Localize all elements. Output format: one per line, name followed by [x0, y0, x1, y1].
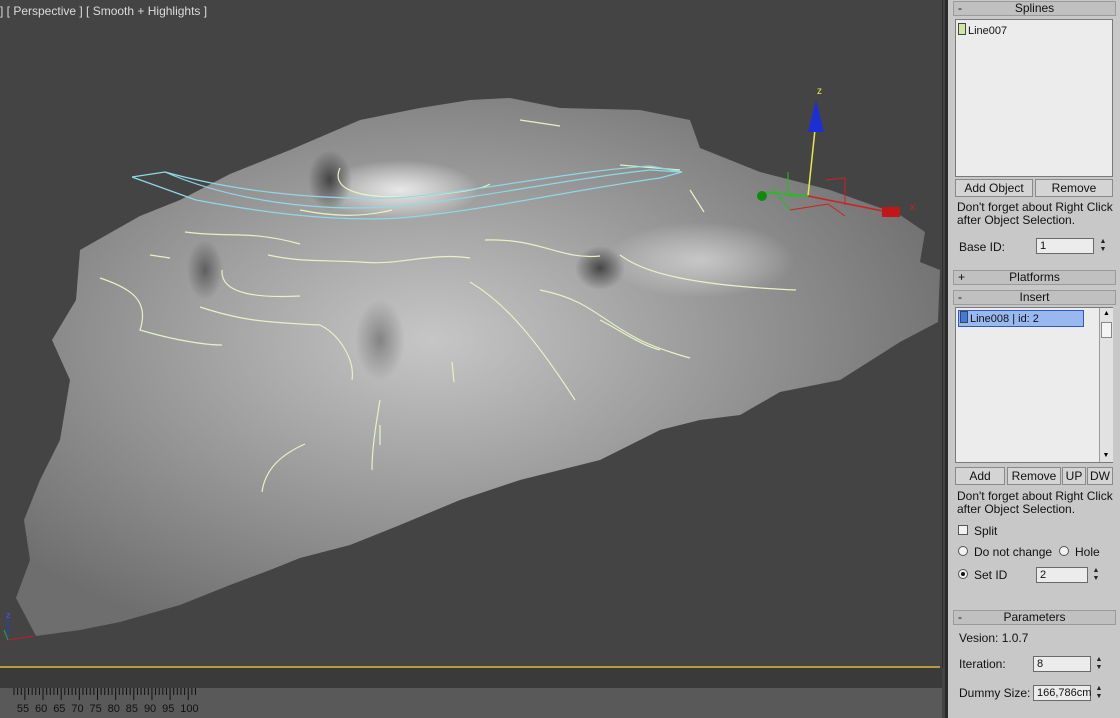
- move-up-button[interactable]: UP: [1062, 467, 1086, 485]
- spinner-arrows-icon[interactable]: ▲ ▼: [1091, 567, 1101, 583]
- insert-rollout-header[interactable]: - Insert: [953, 290, 1116, 305]
- timeline-tick-label: 75: [89, 703, 102, 715]
- spinner-arrows-icon[interactable]: ▲ ▼: [1098, 238, 1108, 254]
- scroll-thumb[interactable]: [1101, 322, 1112, 338]
- add-object-button[interactable]: Add Object: [955, 179, 1033, 197]
- timeline-tick-label: 55: [16, 703, 30, 715]
- parameters-title: Parameters: [1003, 610, 1066, 624]
- command-panel: - Splines Line007 Add Object Remove Don'…: [945, 0, 1120, 718]
- collapse-icon: -: [958, 610, 962, 624]
- platforms-title: Platforms: [1009, 270, 1060, 284]
- parameters-rollout-header[interactable]: - Parameters: [953, 610, 1116, 625]
- timeline-tick-label: 60: [35, 703, 48, 715]
- base-id-label: Base ID:: [959, 240, 1006, 254]
- color-swatch-icon: [958, 23, 966, 35]
- viewport-label[interactable]: ] [ Perspective ] [ Smooth + Highlights …: [0, 4, 207, 18]
- hole-radio[interactable]: [1059, 546, 1069, 556]
- timeline-tick-label: 90: [143, 703, 157, 715]
- timeline-tick-label: 65: [53, 703, 66, 715]
- set-id-label: Set ID: [974, 568, 1008, 582]
- timeline-tick-label: 100: [180, 703, 199, 715]
- scroll-up-icon[interactable]: ▲: [1100, 308, 1113, 320]
- collapse-icon: -: [958, 290, 962, 304]
- iteration-label: Iteration:: [959, 657, 1006, 671]
- timeline-tick-label: 85: [125, 703, 139, 715]
- gizmo-z-label: z: [817, 86, 822, 97]
- base-id-input[interactable]: 1: [1036, 238, 1094, 254]
- terrain-mesh[interactable]: [16, 98, 940, 636]
- corner-z-label: z: [6, 610, 11, 620]
- insert-list-scrollbar[interactable]: ▲ ▼: [1099, 308, 1113, 462]
- do-not-change-label: Do not change: [974, 545, 1053, 559]
- scroll-down-icon[interactable]: ▼: [1100, 450, 1112, 462]
- timeline-ruler[interactable]: [0, 688, 942, 718]
- timeline-tick-label: 95: [162, 703, 175, 715]
- dummy-size-input[interactable]: 166,786cm: [1033, 685, 1091, 701]
- insert-remove-button[interactable]: Remove: [1007, 467, 1061, 485]
- insert-note-line2: after Object Selection.: [957, 502, 1076, 516]
- spinner-arrows-icon[interactable]: ▲ ▼: [1094, 685, 1104, 701]
- timeline-tick-label: 80: [107, 703, 120, 715]
- do-not-change-radio[interactable]: [958, 546, 968, 556]
- color-swatch-icon: [960, 311, 968, 323]
- insert-list[interactable]: Line008 | id: 2 ▲ ▼: [955, 307, 1113, 463]
- list-item[interactable]: Line007: [958, 23, 1007, 38]
- expand-icon: +: [958, 270, 966, 284]
- hole-label: Hole: [1075, 545, 1100, 559]
- gizmo-x-label: x: [910, 202, 915, 213]
- splines-title: Splines: [1014, 1, 1055, 15]
- timeline-track[interactable]: [0, 668, 942, 688]
- collapse-icon: -: [958, 1, 962, 15]
- timeline-ticks: [13, 688, 196, 700]
- set-id-input[interactable]: 2: [1036, 567, 1088, 583]
- perspective-viewport[interactable]: z x z ] [ Perspective ] [ Smooth + Highl…: [0, 0, 943, 668]
- version-label: Vesion: 1.0.7: [959, 631, 1029, 645]
- splines-note-line2: after Object Selection.: [957, 213, 1076, 227]
- spinner-arrows-icon[interactable]: ▲ ▼: [1094, 656, 1104, 672]
- list-item-selected[interactable]: Line008 | id: 2: [958, 310, 1084, 327]
- terrain-scene: z x z: [3, 86, 940, 641]
- set-id-radio[interactable]: [958, 569, 968, 579]
- splines-list[interactable]: Line007: [955, 19, 1113, 177]
- splines-rollout-header[interactable]: - Splines: [953, 1, 1116, 16]
- split-label: Split: [974, 524, 998, 538]
- dummy-size-label: Dummy Size:: [959, 686, 1031, 700]
- platforms-rollout-header[interactable]: + Platforms: [953, 270, 1116, 285]
- splines-remove-button[interactable]: Remove: [1035, 179, 1113, 197]
- timeline-tick-label: 70: [71, 703, 84, 715]
- insert-title: Insert: [1019, 290, 1050, 304]
- split-checkbox[interactable]: [958, 525, 968, 535]
- move-down-button[interactable]: DW: [1087, 467, 1113, 485]
- iteration-input[interactable]: 8: [1033, 656, 1091, 672]
- insert-add-button[interactable]: Add: [955, 467, 1005, 485]
